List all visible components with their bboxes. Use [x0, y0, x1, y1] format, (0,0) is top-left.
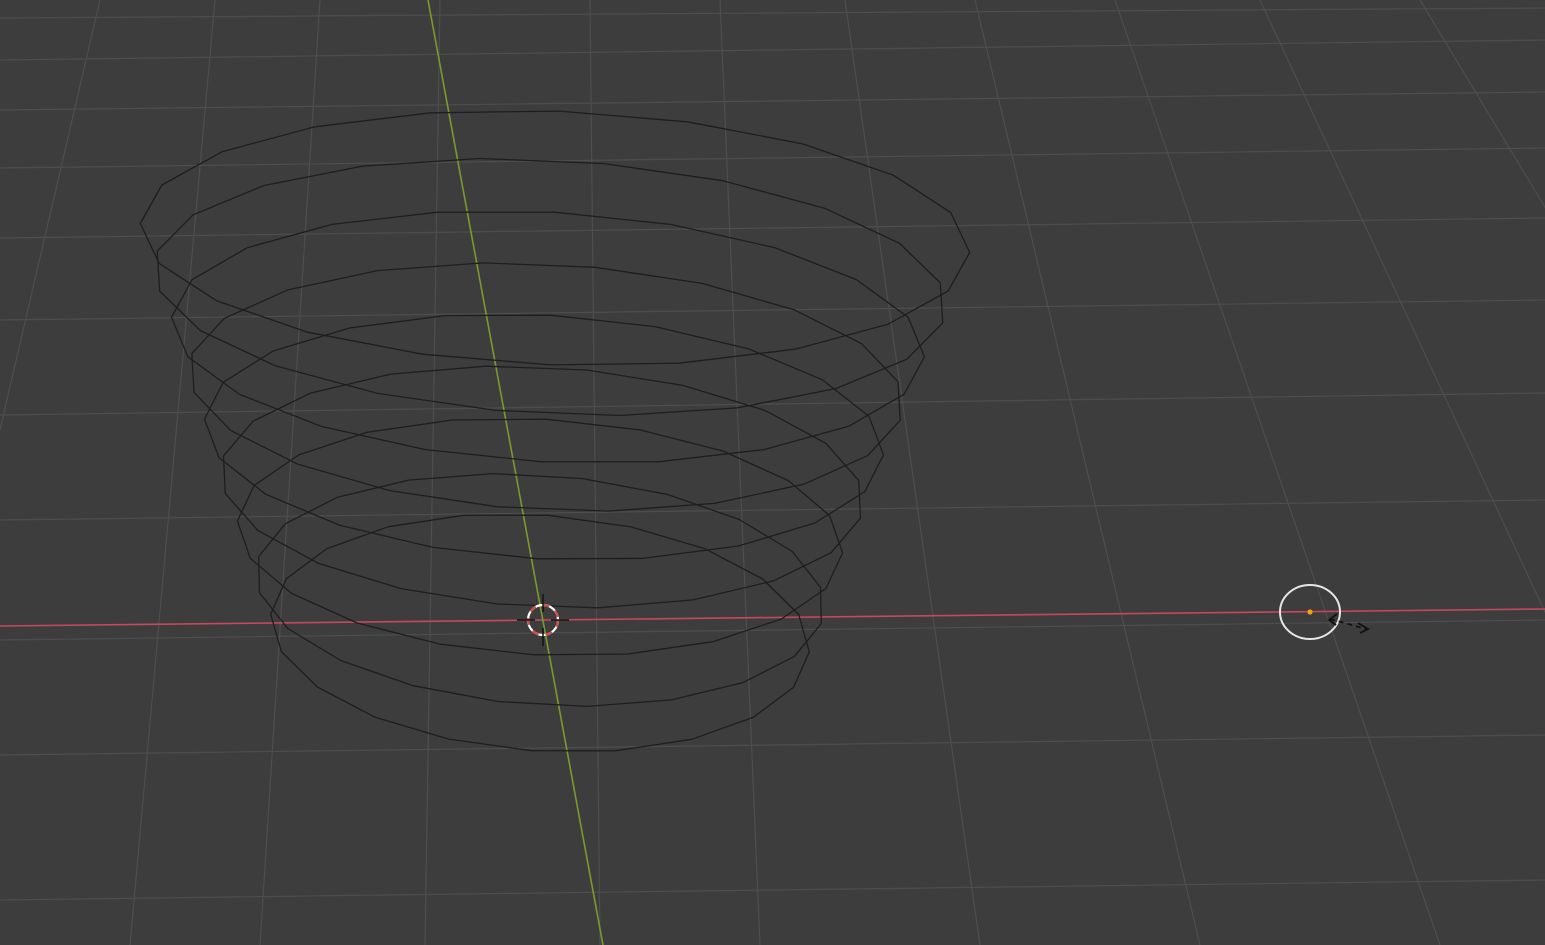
mesh-ring — [170, 211, 926, 463]
3d-viewport[interactable] — [0, 0, 1545, 945]
grid-line — [424, 0, 441, 945]
mesh-ring — [139, 110, 971, 366]
grid-line — [0, 39, 1545, 61]
grid-line — [129, 0, 216, 945]
grid-line — [0, 499, 1545, 521]
light-origin-dot — [1307, 609, 1313, 615]
grid-line — [0, 7, 1545, 19]
grid-line — [0, 0, 101, 433]
y-axis-line — [427, 0, 604, 945]
floor-grid — [0, 0, 1545, 945]
viewport-canvas[interactable] — [0, 0, 1545, 945]
grid-line — [1259, 0, 1545, 614]
grid-line — [974, 0, 1201, 945]
grid-line — [0, 147, 1545, 169]
grid-line — [0, 217, 1545, 239]
grid-line — [589, 0, 601, 945]
grid-line — [844, 0, 981, 945]
world-axes — [0, 0, 1545, 945]
grid-line — [0, 91, 1545, 111]
grid-line — [1419, 0, 1545, 209]
grid-line — [259, 0, 321, 945]
grid-line — [0, 879, 1545, 901]
mesh-ring — [203, 314, 885, 560]
grid-line — [719, 0, 761, 945]
grid-line — [1114, 0, 1441, 945]
wireframe-mesh[interactable] — [139, 110, 971, 752]
mesh-ring — [191, 262, 901, 512]
grid-line — [0, 734, 1545, 756]
grid-line — [0, 392, 1545, 416]
mesh-ring — [156, 157, 944, 417]
